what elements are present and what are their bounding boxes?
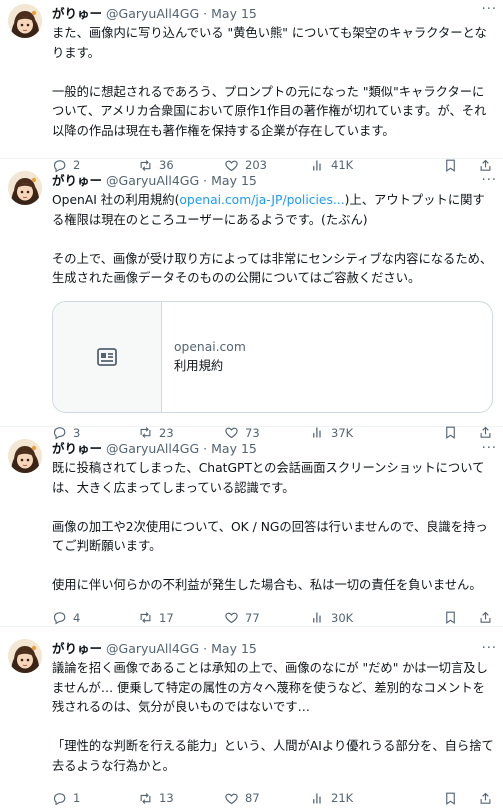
timeline: がりゅー @GaryuAll4GG · May 15 ··· また、画像内に写り… [0,0,503,805]
separator: · [203,641,208,656]
retweet-button[interactable]: 17 [138,610,224,625]
like-button[interactable]: 87 [224,791,310,806]
tweet-paragraph: 既に投稿されてしまった、ChatGPTとの会話画面スクリーンショットについては、… [52,461,485,495]
avatar[interactable] [8,439,42,473]
more-options-icon[interactable]: ··· [482,439,497,459]
avatar[interactable] [8,639,42,673]
author-handle[interactable]: @GaryuAll4GG [106,171,199,191]
author-handle[interactable]: @GaryuAll4GG [106,639,199,659]
tweet-header: がりゅー @GaryuAll4GG · May 15 [52,171,495,191]
like-icon [224,791,239,806]
tweet-paragraph: 使用に伴い何らかの不利益が発生した場合も、私は一切の責任を負いません。 [52,578,482,592]
retweet-icon [138,610,153,625]
tweet-date[interactable]: May 15 [211,639,257,659]
text-fragment: OpenAI 社の利用規約( [52,193,180,207]
author-name[interactable]: がりゅー [52,439,102,459]
separator: · [203,6,208,21]
tweet-paragraph: 画像の加工や2次使用について、OK / NGの回答は行いませんので、良識を持って… [52,519,488,554]
reply-count: 1 [73,791,81,805]
avatar[interactable] [8,171,42,205]
card-thumbnail [53,301,162,412]
reply-icon [52,791,67,806]
tweet-paragraph: また、画像内に写り込んでいる "黄色い熊" についても架空のキャラクターとなりま… [52,26,487,60]
retweet-count: 17 [159,610,174,625]
separator: · [203,173,208,188]
reply-button[interactable]: 1 [52,791,138,806]
reply-button[interactable]: 4 [52,610,138,625]
reply-icon [52,610,67,625]
reply-count: 4 [73,610,81,625]
views-button[interactable]: 30K [310,610,382,625]
card-title: 利用規約 [174,358,224,373]
more-options-icon[interactable]: ··· [482,171,497,191]
tweet-date[interactable]: May 15 [211,4,257,24]
tweet-header: がりゅー @GaryuAll4GG · May 15 [52,439,495,459]
tweet[interactable]: がりゅー @GaryuAll4GG · May 15 ··· また、画像内に写り… [0,0,503,172]
bookmark-icon[interactable] [443,610,458,625]
views-button[interactable]: 21K [310,791,382,806]
like-button[interactable]: 77 [224,610,310,625]
avatar[interactable] [8,4,42,38]
tweet[interactable]: がりゅー @GaryuAll4GG · May 15 ··· OpenAI 社の… [0,159,503,440]
link-card[interactable]: openai.com 利用規約 [52,300,493,413]
bookmark-icon[interactable] [443,791,458,806]
tweet-paragraph: 「理性的な判断を行える能力」という、人間がAIより優れうる部分を、自ら捨て去るよ… [52,739,494,773]
retweet-count: 13 [159,791,174,805]
more-options-icon[interactable]: ··· [482,0,497,20]
policies-link[interactable]: openai.com/ja-JP/policies... [179,193,344,207]
tweet-paragraph: 議論を招く画像であることは承知の上で、画像のなにが "だめ" かは一切言及しませ… [52,661,488,714]
share-icon[interactable] [478,791,493,806]
like-count: 87 [245,791,260,805]
views-count: 21K [331,791,354,805]
views-icon [310,610,325,625]
tweet-text: 議論を招く画像であることは承知の上で、画像のなにが "だめ" かは一切言及しませ… [52,659,495,776]
author-name[interactable]: がりゅー [52,171,102,191]
author-handle[interactable]: @GaryuAll4GG [106,439,199,459]
tweet-header: がりゅー @GaryuAll4GG · May 15 [52,639,495,659]
author-name[interactable]: がりゅー [52,639,102,659]
views-count: 30K [331,610,354,625]
separator: · [203,441,208,456]
views-icon [310,791,325,806]
tweet-paragraph: その上で、画像が受け取り方によっては非常にセンシティブな内容になるため、生成され… [52,251,493,286]
share-icon[interactable] [478,610,493,625]
action-bar: 1 13 87 21K [52,788,495,808]
tweet-text: また、画像内に写り込んでいる "黄色い熊" についても架空のキャラクターとなりま… [52,24,495,141]
author-name[interactable]: がりゅー [52,4,102,24]
tweet-text: 既に投稿されてしまった、ChatGPTとの会話画面スクリーンショットについては、… [52,459,495,596]
retweet-icon [138,791,153,806]
article-icon [97,347,117,366]
tweet[interactable]: がりゅー @GaryuAll4GG · May 15 ··· 議論を招く画像であ… [0,627,503,805]
tweet-header: がりゅー @GaryuAll4GG · May 15 [52,4,495,24]
tweet[interactable]: がりゅー @GaryuAll4GG · May 15 ··· 既に投稿されてしま… [0,427,503,627]
like-count: 77 [245,610,260,625]
tweet-date[interactable]: May 15 [211,171,257,191]
tweet-paragraph: 一般的に想起されるであろう、プロンプトの元になった "類似"キャラクターについて… [52,84,487,138]
author-handle[interactable]: @GaryuAll4GG [106,4,199,24]
more-options-icon[interactable]: ··· [482,639,497,659]
tweet-date[interactable]: May 15 [211,439,257,459]
tweet-paragraph: OpenAI 社の利用規約(openai.com/ja-JP/policies.… [52,191,495,230]
retweet-button[interactable]: 13 [138,791,224,806]
action-bar: 4 17 77 30K [52,608,495,628]
tweet-text: OpenAI 社の利用規約(openai.com/ja-JP/policies.… [52,191,495,289]
like-icon [224,610,239,625]
card-domain: openai.com [174,339,246,354]
